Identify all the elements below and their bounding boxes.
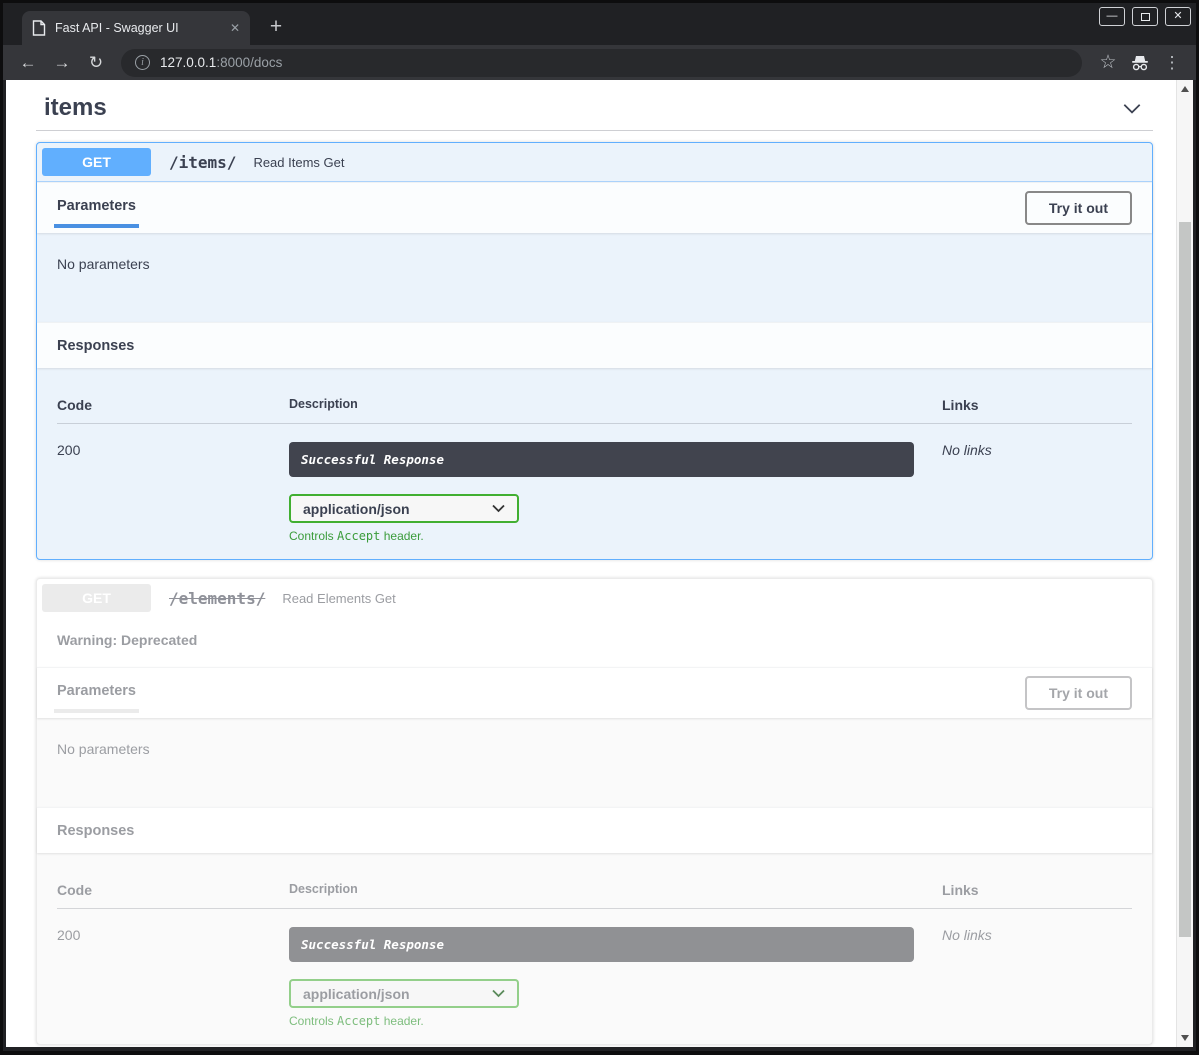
operation-summary[interactable]: GET /items/ Read Items Get <box>37 143 1152 182</box>
media-type-select[interactable]: application/json <box>289 494 519 523</box>
url-path: :8000/docs <box>216 55 282 70</box>
operation-summary[interactable]: GET /elements/ Read Elements Get <box>37 579 1152 617</box>
new-tab-button[interactable]: + <box>263 14 289 40</box>
response-row: 200 Successful Response application/json… <box>57 909 1132 1028</box>
description-column-header: Description <box>289 397 942 413</box>
deprecated-warning: Warning: Deprecated <box>37 617 1152 667</box>
responses-body: Code Description Links 200 Successful Re… <box>37 368 1152 559</box>
reload-button[interactable]: ↻ <box>81 49 111 77</box>
no-links-text: No links <box>942 442 992 458</box>
swagger-page: items GET /items/ Read Items Get Paramet… <box>6 80 1176 1047</box>
try-it-out-button[interactable]: Try it out <box>1025 191 1132 225</box>
window-controls: — ✕ <box>1099 7 1191 26</box>
try-it-out-button[interactable]: Try it out <box>1025 676 1132 710</box>
browser-window: Fast API - Swagger UI ✕ + — ✕ ← → ↻ i 12… <box>0 0 1199 1055</box>
tab-title: Fast API - Swagger UI <box>55 21 221 35</box>
browser-toolbar: ← → ↻ i 127.0.0.1:8000/docs ☆ ⋮ <box>3 45 1196 80</box>
back-button[interactable]: ← <box>13 49 43 77</box>
accept-header-hint: Controls Accept header. <box>289 529 914 543</box>
response-code: 200 <box>57 442 289 543</box>
responses-body: Code Description Links 200 Successful Re… <box>37 853 1152 1044</box>
window-close-button[interactable]: ✕ <box>1165 7 1191 26</box>
response-row: 200 Successful Response application/json… <box>57 424 1132 543</box>
no-parameters-text: No parameters <box>57 256 150 272</box>
site-info-icon[interactable]: i <box>135 55 150 70</box>
operation-get-elements-deprecated: GET /elements/ Read Elements Get Warning… <box>36 578 1153 1045</box>
description-column-header: Description <box>289 882 942 898</box>
parameters-header: Parameters Try it out <box>37 182 1152 233</box>
parameters-header: Parameters Try it out <box>37 667 1152 718</box>
operation-path: /items/ <box>169 153 236 172</box>
window-minimize-button[interactable]: — <box>1099 7 1125 26</box>
bookmark-star-button[interactable]: ☆ <box>1094 49 1122 77</box>
responses-header: Responses <box>37 807 1152 853</box>
no-links-text: No links <box>942 927 992 943</box>
tab-parameters[interactable]: Parameters <box>57 683 136 718</box>
scrollbar-thumb[interactable] <box>1179 222 1191 937</box>
select-chevron-icon <box>492 504 505 513</box>
page-scrollbar[interactable] <box>1176 80 1193 1047</box>
url-host: 127.0.0.1 <box>160 55 216 70</box>
links-column-header: Links <box>942 882 1132 898</box>
active-tab-underline <box>54 224 139 228</box>
active-tab-underline <box>54 709 139 713</box>
operation-description: Read Elements Get <box>282 591 395 606</box>
responses-table-header: Code Description Links <box>57 868 1132 909</box>
method-badge: GET <box>42 584 151 612</box>
responses-table-header: Code Description Links <box>57 383 1132 424</box>
tab-strip: Fast API - Swagger UI ✕ + — ✕ <box>3 3 1196 45</box>
response-description-banner: Successful Response <box>289 442 914 477</box>
scrollbar-down-arrow-icon[interactable] <box>1181 1035 1189 1041</box>
code-column-header: Code <box>57 397 289 413</box>
tab-parameters[interactable]: Parameters <box>57 198 136 233</box>
operation-get-items: GET /items/ Read Items Get Parameters Tr… <box>36 142 1153 560</box>
tag-section-items[interactable]: items <box>36 88 1153 131</box>
page-favicon-icon <box>32 20 46 36</box>
browser-menu-button[interactable]: ⋮ <box>1158 49 1186 77</box>
chevron-down-icon[interactable] <box>1121 97 1143 119</box>
operation-description: Read Items Get <box>253 155 344 170</box>
response-description-banner: Successful Response <box>289 927 914 962</box>
select-chevron-icon <box>492 989 505 998</box>
parameters-body: No parameters <box>37 233 1152 322</box>
method-badge: GET <box>42 148 151 176</box>
responses-header: Responses <box>37 322 1152 368</box>
no-parameters-text: No parameters <box>57 741 150 757</box>
tag-title: items <box>44 94 107 122</box>
operation-path: /elements/ <box>169 589 265 608</box>
links-column-header: Links <box>942 397 1132 413</box>
scrollbar-up-arrow-icon[interactable] <box>1181 86 1189 92</box>
forward-button[interactable]: → <box>47 49 77 77</box>
window-maximize-button[interactable] <box>1132 7 1158 26</box>
maximize-icon <box>1141 13 1150 21</box>
address-bar[interactable]: i 127.0.0.1:8000/docs <box>121 49 1082 77</box>
incognito-icon <box>1126 49 1154 77</box>
response-code: 200 <box>57 927 289 1028</box>
accept-header-hint: Controls Accept header. <box>289 1014 914 1028</box>
code-column-header: Code <box>57 882 289 898</box>
tab-close-icon[interactable]: ✕ <box>230 21 240 35</box>
page-content: items GET /items/ Read Items Get Paramet… <box>6 80 1193 1047</box>
browser-tab[interactable]: Fast API - Swagger UI ✕ <box>22 11 250 45</box>
media-type-select[interactable]: application/json <box>289 979 519 1008</box>
parameters-body: No parameters <box>37 718 1152 807</box>
